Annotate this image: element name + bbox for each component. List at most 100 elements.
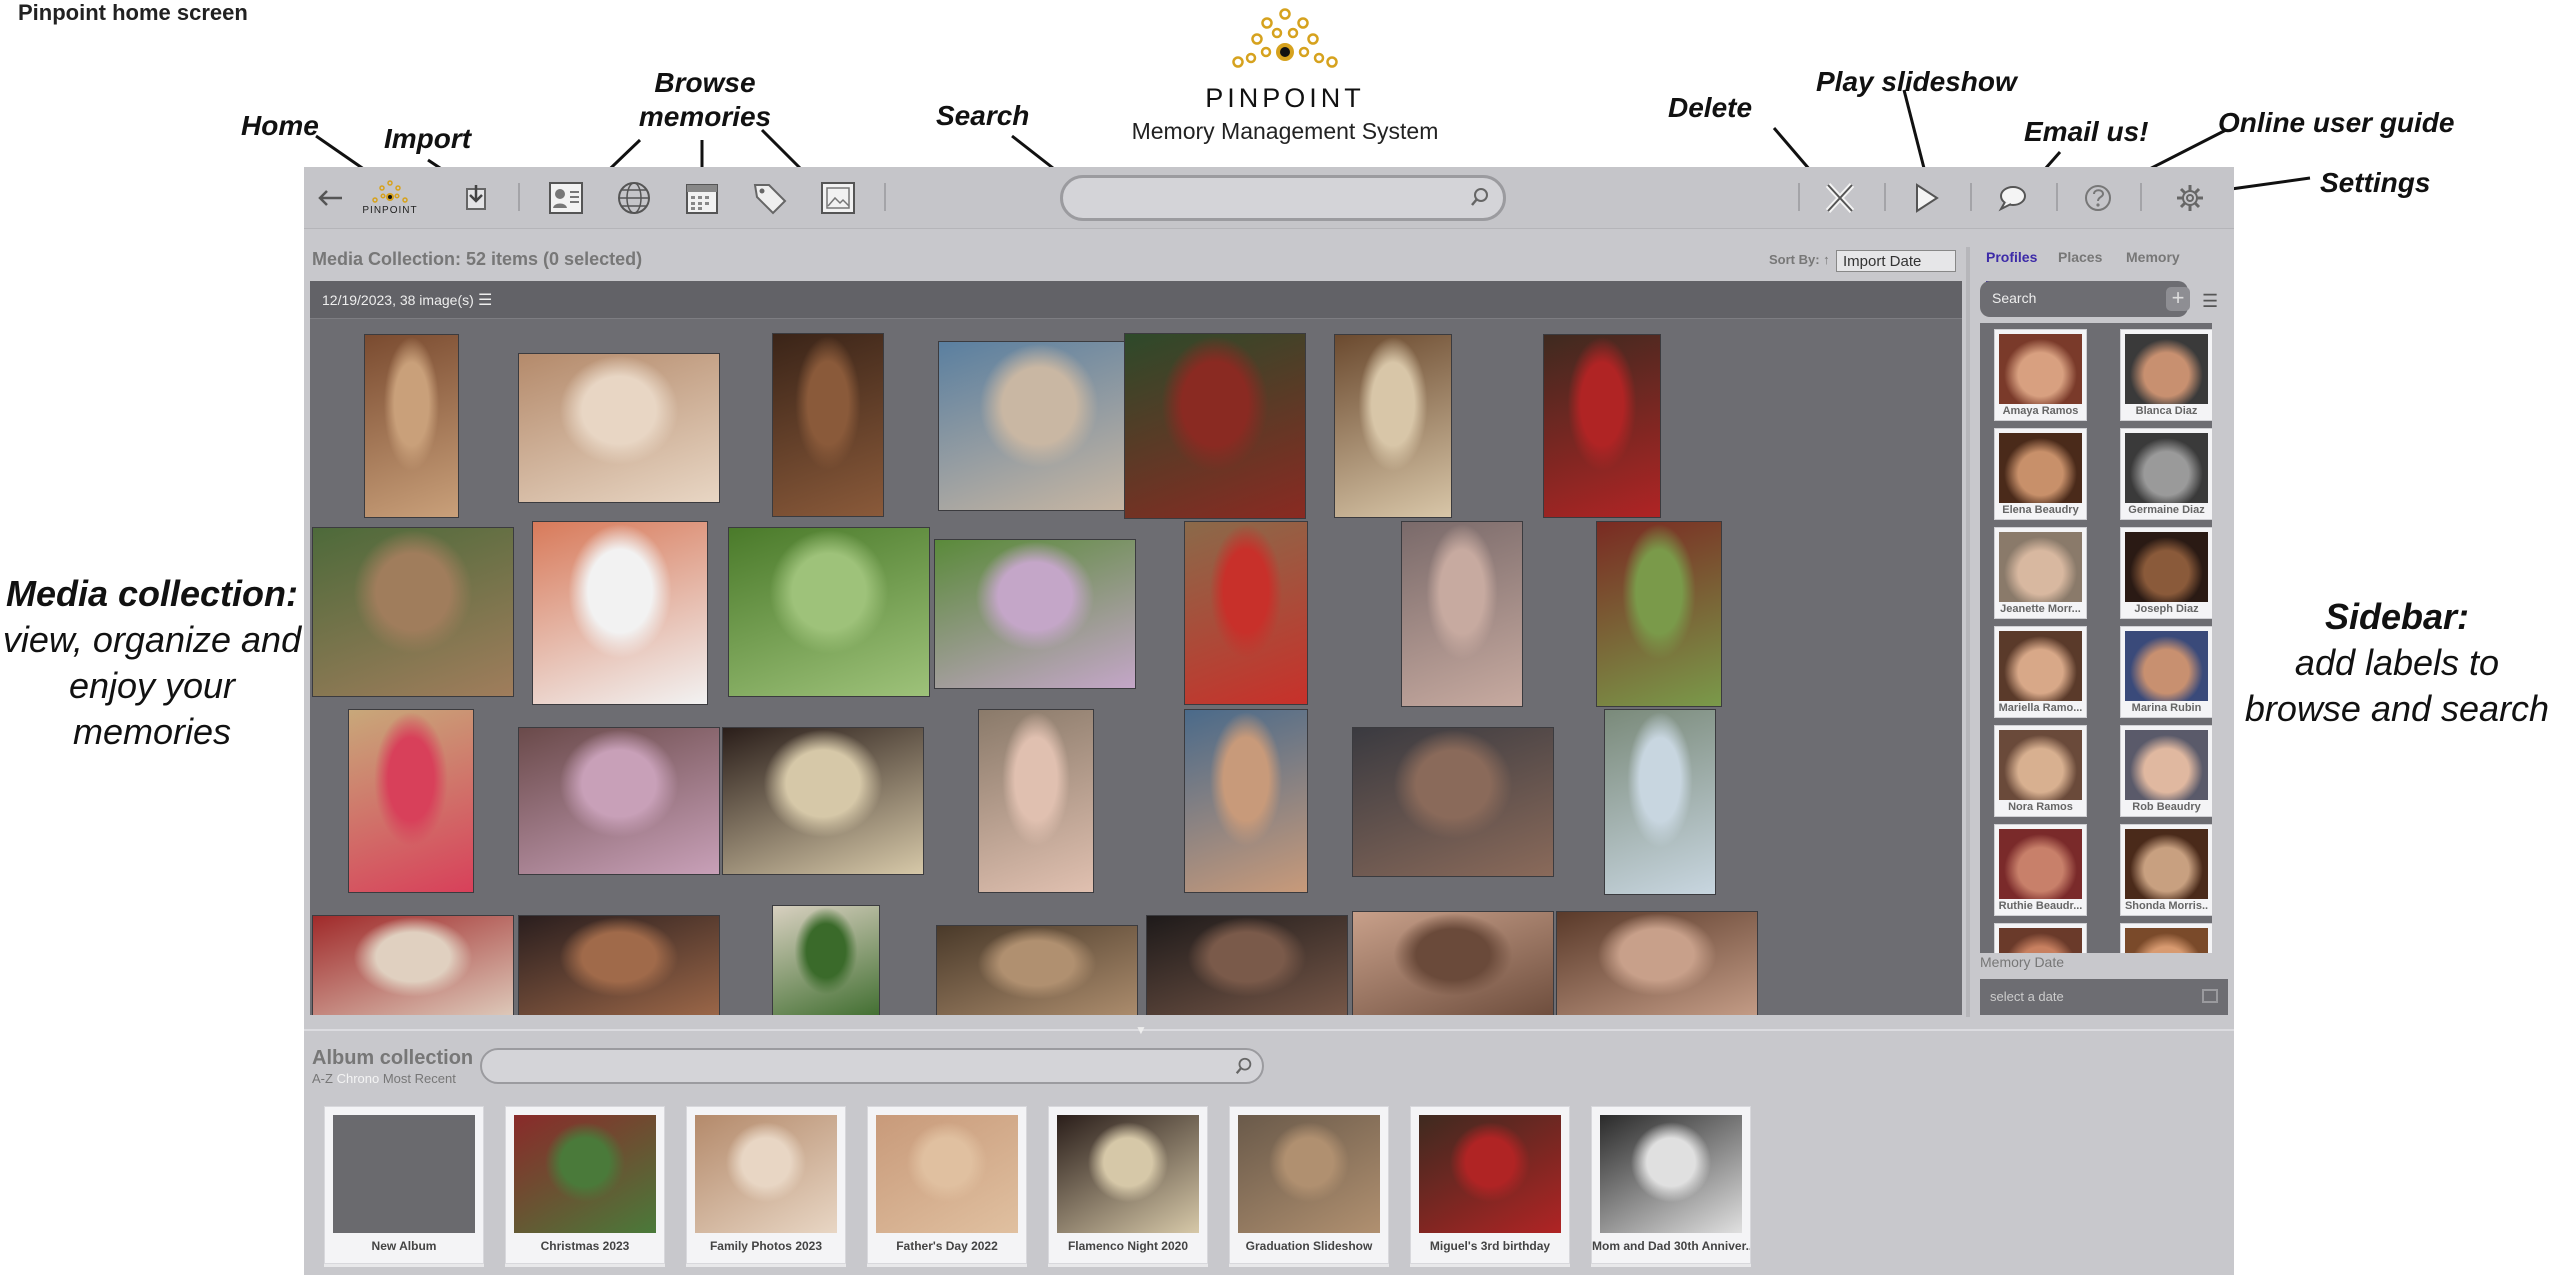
album-card[interactable]: Christmas 2023 xyxy=(505,1106,665,1264)
sort-option-most-recent[interactable]: Most Recent xyxy=(383,1071,456,1086)
chat-bubble-icon[interactable] xyxy=(1990,176,2034,220)
photo-thumbnail[interactable] xyxy=(1352,911,1554,1015)
photo-thumbnail[interactable] xyxy=(1543,334,1661,518)
global-search-input[interactable] xyxy=(1060,175,1506,221)
photo-thumbnail[interactable] xyxy=(1604,709,1716,895)
profile-avatar xyxy=(1999,334,2082,404)
photo-thumbnail[interactable] xyxy=(518,915,720,1015)
collapse-arrow-icon[interactable]: ▼ xyxy=(1135,1023,1147,1037)
profile-card[interactable]: Blanca Diaz xyxy=(2120,329,2212,421)
play-icon[interactable] xyxy=(1904,176,1948,220)
tab-memory[interactable]: Memory xyxy=(2126,249,2180,265)
photo-thumbnail[interactable] xyxy=(728,527,930,697)
photo-thumbnail[interactable] xyxy=(772,333,884,517)
delete-x-icon[interactable] xyxy=(1818,176,1862,220)
photo-thumbnail[interactable] xyxy=(312,915,514,1015)
sort-by-label: Sort By: ↑ xyxy=(1769,252,1830,267)
callout-guide: Online user guide xyxy=(2218,107,2455,138)
search-icon[interactable] xyxy=(1469,186,1491,213)
profile-card[interactable]: Mariella Ramo... xyxy=(1994,626,2087,718)
profile-card[interactable]: Rob Beaudry xyxy=(2120,725,2212,817)
profile-avatar xyxy=(1999,829,2082,899)
sort-by-select[interactable]: Import Date xyxy=(1836,250,1956,272)
photo-thumbnail[interactable] xyxy=(934,539,1136,689)
album-card[interactable]: Miguel's 3rd birthday xyxy=(1410,1106,1570,1264)
profile-card-icon[interactable] xyxy=(544,176,588,220)
photo-thumbnail[interactable] xyxy=(1401,521,1523,707)
photo-thumbnail[interactable] xyxy=(722,727,924,875)
sidebar-note-line: add labels to xyxy=(2294,642,2500,683)
help-icon[interactable] xyxy=(2076,176,2120,220)
home-button[interactable]: PINPOINT xyxy=(360,176,420,220)
list-view-icon[interactable]: ☰ xyxy=(2202,291,2218,312)
photo-thumbnail[interactable] xyxy=(772,905,880,1015)
album-search-input[interactable] xyxy=(480,1048,1264,1084)
album-card[interactable]: Family Photos 2023 xyxy=(686,1106,846,1264)
photo-thumbnail[interactable] xyxy=(1184,709,1308,893)
pinpoint-logo: PINPOINT Memory Management System xyxy=(1130,6,1440,145)
image-frame-icon[interactable] xyxy=(816,176,860,220)
sidebar-search-input[interactable]: Search + xyxy=(1980,281,2190,317)
album-card[interactable]: Graduation Slideshow xyxy=(1229,1106,1389,1264)
profile-card[interactable]: Elena Beaudry xyxy=(1994,428,2087,520)
album-name: Graduation Slideshow xyxy=(1245,1239,1373,1253)
memory-date-picker[interactable]: select a date xyxy=(1980,979,2228,1015)
photo-thumbnail[interactable] xyxy=(518,727,720,875)
album-card[interactable]: New Album xyxy=(324,1106,484,1264)
profile-card[interactable]: Joseph Diaz xyxy=(2120,527,2212,619)
globe-icon[interactable] xyxy=(612,176,656,220)
sidebar-note-title: Sidebar: xyxy=(2324,596,2470,637)
photo-thumbnail[interactable] xyxy=(348,709,474,893)
tab-profiles[interactable]: Profiles xyxy=(1986,249,2037,265)
profile-card[interactable]: Ruthie Beaudr... xyxy=(1994,824,2087,916)
album-cover xyxy=(1419,1115,1561,1233)
profile-card[interactable] xyxy=(2120,923,2212,953)
photo-thumbnail[interactable] xyxy=(1556,911,1758,1015)
import-icon[interactable] xyxy=(454,176,498,220)
horizontal-divider[interactable] xyxy=(304,1029,2234,1031)
back-arrow-icon[interactable] xyxy=(308,176,352,220)
profile-card[interactable]: Shonda Morris.. xyxy=(2120,824,2212,916)
date-group-header: 12/19/2023, 38 image(s) ☰ xyxy=(310,281,1962,319)
profile-avatar xyxy=(1999,730,2082,800)
photo-thumbnail[interactable] xyxy=(1352,727,1554,877)
photo-thumbnail[interactable] xyxy=(938,341,1140,511)
profile-card[interactable]: Germaine Diaz xyxy=(2120,428,2212,520)
hamburger-menu-icon[interactable]: ☰ xyxy=(478,290,492,310)
profile-card[interactable]: Marina Rubin xyxy=(2120,626,2212,718)
date-placeholder: select a date xyxy=(1990,989,2064,1004)
callout-search: Search xyxy=(936,100,1030,131)
tag-icon[interactable] xyxy=(748,176,792,220)
photo-thumbnail[interactable] xyxy=(532,521,708,705)
tab-places[interactable]: Places xyxy=(2058,249,2102,265)
search-icon[interactable] xyxy=(1234,1056,1254,1081)
profile-card[interactable]: Amaya Ramos xyxy=(1994,329,2087,421)
photo-thumbnail[interactable] xyxy=(312,527,514,697)
photo-thumbnail[interactable] xyxy=(1334,334,1452,518)
photo-thumbnail[interactable] xyxy=(1596,521,1722,707)
album-cover xyxy=(514,1115,656,1233)
photo-thumbnail[interactable] xyxy=(518,353,720,503)
photo-thumbnail[interactable] xyxy=(1184,521,1308,705)
profile-avatar xyxy=(1999,532,2082,602)
calendar-icon[interactable] xyxy=(2202,989,2218,1003)
profile-card[interactable]: Nora Ramos xyxy=(1994,725,2087,817)
photo-thumbnail[interactable] xyxy=(364,334,459,518)
album-card[interactable]: Father's Day 2022 xyxy=(867,1106,1027,1264)
photo-thumbnail[interactable] xyxy=(1124,333,1306,519)
album-card[interactable]: Flamenco Night 2020 xyxy=(1048,1106,1208,1264)
panel-splitter[interactable] xyxy=(1966,247,1970,1017)
sort-option-az[interactable]: A-Z xyxy=(312,1071,333,1086)
calendar-icon[interactable] xyxy=(680,176,724,220)
gear-icon[interactable] xyxy=(2168,176,2212,220)
profile-card[interactable]: Jeanette Morr... xyxy=(1994,527,2087,619)
sort-option-chrono[interactable]: Chrono xyxy=(337,1071,380,1086)
photo-thumbnail[interactable] xyxy=(978,709,1094,893)
profile-card[interactable] xyxy=(1994,923,2087,953)
add-profile-button[interactable]: + xyxy=(2166,287,2190,311)
photo-thumbnail[interactable] xyxy=(936,925,1138,1015)
profile-name: Jeanette Morr... xyxy=(2000,603,2081,615)
photo-thumbnail[interactable] xyxy=(1146,915,1348,1015)
profile-name: Shonda Morris.. xyxy=(2124,900,2209,912)
album-card[interactable]: Mom and Dad 30th Anniver... xyxy=(1591,1106,1751,1264)
